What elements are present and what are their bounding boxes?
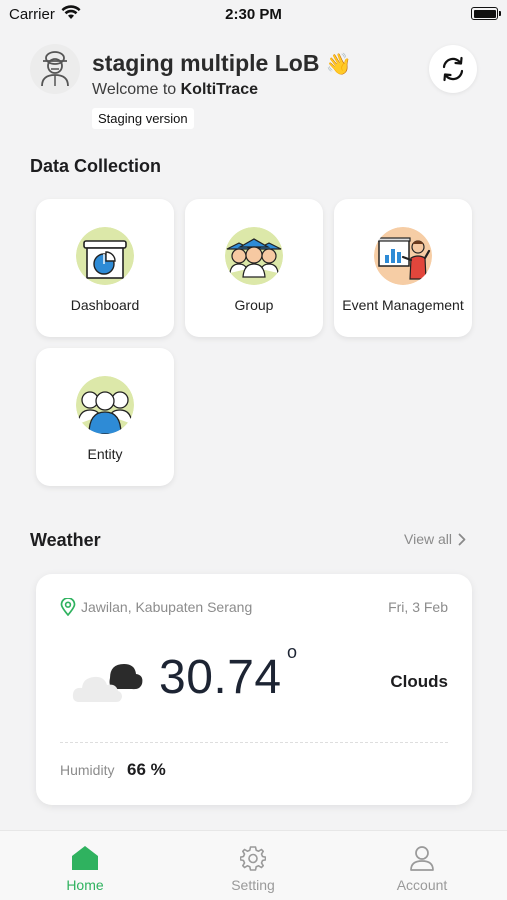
version-badge: Staging version — [92, 108, 194, 129]
tile-label: Group — [234, 297, 274, 313]
home-icon — [72, 846, 98, 870]
view-all-link[interactable]: View all — [404, 531, 466, 547]
avatar[interactable] — [30, 44, 80, 94]
app-name: KoltiTrace — [180, 81, 258, 98]
clock: 2:30 PM — [225, 6, 282, 23]
humidity-value: 66 % — [127, 760, 166, 779]
farmer-avatar-icon — [41, 51, 69, 87]
nav-label: Setting — [231, 877, 275, 893]
weather-location: Jawilan, Kabupaten Serang — [60, 598, 252, 616]
refresh-icon — [442, 56, 464, 82]
nav-label: Account — [396, 877, 448, 893]
tile-label: Dashboard — [70, 297, 140, 313]
entity-icon — [76, 376, 134, 434]
nav-account[interactable]: Account — [367, 845, 477, 893]
event-management-icon — [374, 227, 432, 285]
tile-label: Event Management — [342, 297, 464, 313]
temperature-value: 30.74 — [159, 651, 282, 704]
tile-dashboard[interactable]: Dashboard — [36, 199, 174, 337]
nav-home[interactable]: Home — [30, 845, 140, 893]
user-icon — [410, 846, 434, 871]
tile-entity[interactable]: Entity — [36, 348, 174, 486]
dashboard-icon — [76, 227, 134, 285]
location-text: Jawilan, Kabupaten Serang — [81, 599, 253, 615]
clouds-icon — [72, 654, 144, 709]
data-collection-title: Data Collection — [30, 156, 162, 176]
greeting-title: staging multiple LoB 👋 — [92, 50, 352, 77]
weather-condition: Clouds — [390, 672, 448, 691]
waving-hand-icon: 👋 — [325, 53, 352, 76]
battery-icon — [471, 7, 501, 20]
group-icon — [225, 227, 283, 285]
weather-date: Fri, 3 Feb — [388, 599, 448, 615]
view-all-label: View all — [404, 531, 452, 547]
degree-symbol: o — [287, 642, 298, 662]
welcome-prefix: Welcome to — [92, 81, 181, 98]
location-pin-icon — [60, 598, 76, 616]
greeting-text: staging multiple LoB — [92, 50, 320, 76]
welcome-line: Welcome to KoltiTrace — [92, 81, 258, 99]
bottom-nav: Home Setting Account — [0, 830, 507, 900]
divider — [60, 742, 448, 743]
humidity-label: Humidity — [60, 762, 115, 778]
gear-icon — [240, 846, 266, 871]
nav-label: Home — [66, 877, 104, 893]
tile-group[interactable]: Group — [185, 199, 323, 337]
chevron-right-icon — [458, 533, 466, 545]
nav-setting[interactable]: Setting — [198, 845, 308, 893]
weather-card[interactable]: Jawilan, Kabupaten Serang Fri, 3 Feb 30.… — [36, 574, 472, 805]
weather-title: Weather — [30, 530, 101, 550]
status-bar: Carrier 2:30 PM — [0, 0, 507, 28]
tile-label: Entity — [87, 446, 123, 462]
tile-event-management[interactable]: Event Management — [334, 199, 472, 337]
sync-button[interactable] — [429, 45, 477, 93]
